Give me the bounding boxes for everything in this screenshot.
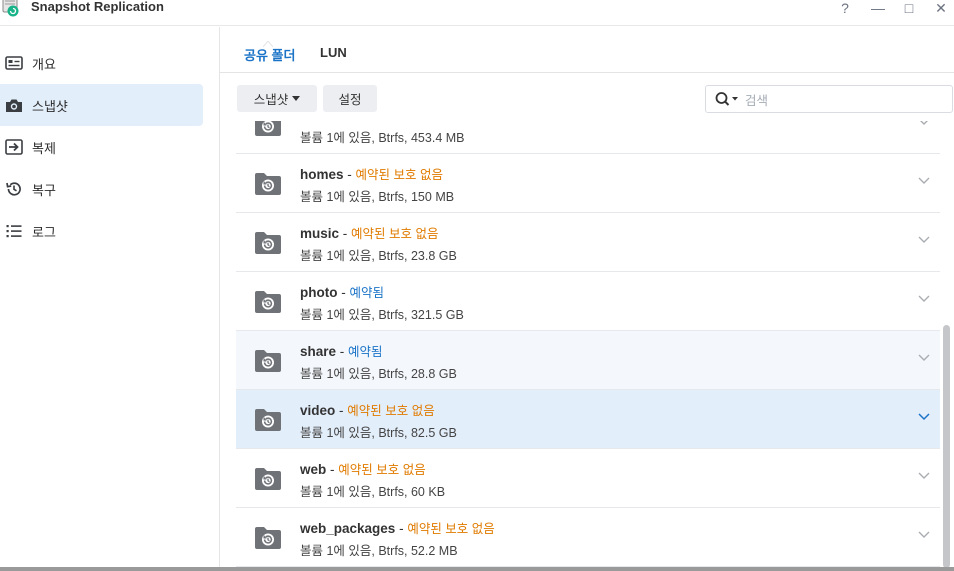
caret-down-icon <box>292 96 301 101</box>
window-bottom-border <box>0 567 954 571</box>
folder-row[interactable]: web - 예약된 보호 없음 볼륨 1에 있음, Btrfs, 60 KB <box>236 449 940 508</box>
sidebar-item-overview[interactable]: 개요 <box>0 42 203 84</box>
camera-icon <box>5 96 23 114</box>
folder-row[interactable]: video - 예약된 보호 없음 볼륨 1에 있음, Btrfs, 82.5 … <box>236 390 940 449</box>
search-field[interactable]: 검색 <box>705 85 953 113</box>
snapshot-folder-icon <box>255 527 281 549</box>
folder-row[interactable]: 볼륨 1에 있음, Btrfs, 453.4 MB <box>236 121 940 154</box>
folder-row[interactable]: web_packages - 예약된 보호 없음 볼륨 1에 있음, Btrfs… <box>236 508 940 567</box>
folder-name: web_packages - 예약된 보호 없음 <box>300 521 495 536</box>
search-input[interactable]: 검색 <box>745 90 768 109</box>
search-icon[interactable] <box>715 91 743 107</box>
folder-info: 볼륨 1에 있음, Btrfs, 60 KB <box>300 485 446 499</box>
folder-row[interactable]: music - 예약된 보호 없음 볼륨 1에 있음, Btrfs, 23.8 … <box>236 213 940 272</box>
folder-row[interactable]: photo - 예약됨 볼륨 1에 있음, Btrfs, 321.5 GB <box>236 272 940 331</box>
sidebar-item-label: 개요 <box>32 56 56 72</box>
settings-button[interactable]: 설정 <box>323 85 377 112</box>
folder-info: 볼륨 1에 있음, Btrfs, 321.5 GB <box>300 308 464 322</box>
sidebar-item-snapshot[interactable]: 스냅샷 <box>0 84 203 126</box>
folder-name: music - 예약된 보호 없음 <box>300 226 439 241</box>
chevron-down-icon[interactable] <box>918 295 930 303</box>
folder-name: web - 예약된 보호 없음 <box>300 462 426 477</box>
folder-name: photo - 예약됨 <box>300 285 384 300</box>
protection-status: 예약된 보호 없음 <box>355 168 443 182</box>
snapshot-folder-icon <box>255 409 281 431</box>
protection-status: 예약된 보호 없음 <box>338 463 426 477</box>
folder-row[interactable]: homes - 예약된 보호 없음 볼륨 1에 있음, Btrfs, 150 M… <box>236 154 940 213</box>
replication-icon <box>5 138 23 156</box>
snapshot-replication-app-icon <box>2 0 19 17</box>
list-scrollbar[interactable] <box>943 325 950 568</box>
sidebar-item-label: 스냅샷 <box>32 98 68 114</box>
active-tab-indicator <box>263 41 273 47</box>
minimize-button[interactable]: — <box>868 0 888 16</box>
sidebar-item-label: 로그 <box>32 224 56 240</box>
tab-bar: 공유 폴더 LUN <box>220 27 954 73</box>
chevron-down-icon[interactable] <box>918 177 930 185</box>
maximize-button[interactable]: □ <box>899 0 919 16</box>
sidebar: 개요 스냅샷 복제 복구 로그 <box>0 27 220 571</box>
chevron-down-icon[interactable] <box>918 531 930 539</box>
chevron-down-icon[interactable] <box>918 413 930 421</box>
protection-status: 예약된 보호 없음 <box>407 522 495 536</box>
protection-status: 예약된 보호 없음 <box>351 227 439 241</box>
title-bar: Snapshot Replication ? — □ ✕ <box>0 0 954 26</box>
snapshot-folder-icon <box>255 350 281 372</box>
overview-icon <box>5 54 23 72</box>
folder-info: 볼륨 1에 있음, Btrfs, 23.8 GB <box>300 249 457 263</box>
tab-shared-folder[interactable]: 공유 폴더 <box>244 45 295 64</box>
log-icon <box>5 222 23 240</box>
folder-info: 볼륨 1에 있음, Btrfs, 52.2 MB <box>300 544 458 558</box>
sidebar-item-recovery[interactable]: 복구 <box>0 168 203 210</box>
sidebar-item-label: 복제 <box>32 140 56 156</box>
recovery-icon <box>5 180 23 198</box>
protection-status: 예약된 보호 없음 <box>347 404 435 418</box>
chevron-down-icon[interactable] <box>918 354 930 362</box>
folder-info: 볼륨 1에 있음, Btrfs, 150 MB <box>300 190 455 204</box>
folder-name: homes - 예약된 보호 없음 <box>300 167 443 182</box>
snapshot-dropdown-button[interactable]: 스냅샷 <box>237 85 317 112</box>
chevron-down-icon[interactable] <box>918 121 930 126</box>
snapshot-folder-icon <box>255 121 281 136</box>
tab-lun[interactable]: LUN <box>320 45 347 60</box>
help-button[interactable]: ? <box>835 0 855 16</box>
chevron-down-icon[interactable] <box>918 472 930 480</box>
snapshot-folder-icon <box>255 291 281 313</box>
folder-info: 볼륨 1에 있음, Btrfs, 453.4 MB <box>300 131 465 145</box>
app-title: Snapshot Replication <box>31 0 164 14</box>
snapshot-folder-icon <box>255 173 281 195</box>
folder-info: 볼륨 1에 있음, Btrfs, 28.8 GB <box>300 367 457 381</box>
folder-row[interactable]: share - 예약됨 볼륨 1에 있음, Btrfs, 28.8 GB <box>236 331 940 390</box>
sidebar-item-log[interactable]: 로그 <box>0 210 203 252</box>
folder-name: video - 예약된 보호 없음 <box>300 403 435 418</box>
sidebar-item-replication[interactable]: 복제 <box>0 126 203 168</box>
shared-folder-list: 볼륨 1에 있음, Btrfs, 453.4 MB homes - 예약된 보호… <box>236 121 940 571</box>
folder-info: 볼륨 1에 있음, Btrfs, 82.5 GB <box>300 426 457 440</box>
close-button[interactable]: ✕ <box>931 0 951 16</box>
snapshot-folder-icon <box>255 232 281 254</box>
chevron-down-icon[interactable] <box>918 236 930 244</box>
sidebar-item-label: 복구 <box>32 182 56 198</box>
snapshot-folder-icon <box>255 468 281 490</box>
protection-status: 예약됨 <box>349 286 384 300</box>
snapshot-button-label: 스냅샷 <box>253 93 289 107</box>
protection-status: 예약됨 <box>348 345 383 359</box>
folder-name: share - 예약됨 <box>300 344 383 359</box>
